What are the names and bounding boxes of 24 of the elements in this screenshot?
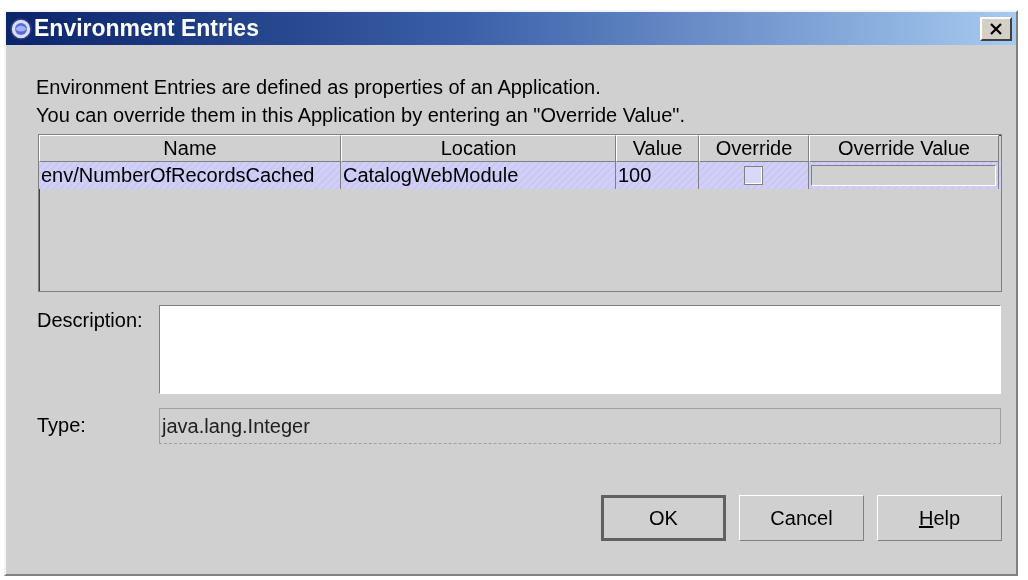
window-title: Environment Entries <box>34 15 260 42</box>
table-cell-text: CatalogWebModule <box>343 163 519 188</box>
close-button[interactable] <box>980 16 1012 41</box>
column-header[interactable]: Override <box>699 135 809 162</box>
table-cell-text: 100 <box>618 163 652 188</box>
close-icon <box>989 22 1003 35</box>
override-checkbox[interactable] <box>744 166 763 185</box>
column-header[interactable]: Location <box>341 135 616 162</box>
type-field: java.lang.Integer <box>159 408 1001 444</box>
type-label: Type: <box>36 413 87 438</box>
table-row[interactable]: env/NumberOfRecordsCached CatalogWebModule 100 <box>39 162 1001 189</box>
column-header[interactable]: Value <box>616 135 699 162</box>
dialog-button[interactable]: OK <box>601 495 726 541</box>
column-header[interactable]: Override Value <box>809 135 999 162</box>
description-field[interactable] <box>159 305 1001 394</box>
column-header[interactable]: Name <box>39 135 341 162</box>
globe-icon <box>10 17 32 40</box>
description-label: Description: <box>36 308 144 333</box>
dialog-button[interactable]: Cancel <box>739 495 864 541</box>
intro-text: You can override them in this Application by entering an "Override Value". <box>36 103 687 128</box>
table-cell-text: env/NumberOfRecordsCached <box>41 163 315 188</box>
intro-text: Environment Entries are defined as properties of an Application. <box>36 75 602 100</box>
dialog-button[interactable]: Help <box>877 495 1002 541</box>
override-value-field[interactable] <box>811 165 996 186</box>
